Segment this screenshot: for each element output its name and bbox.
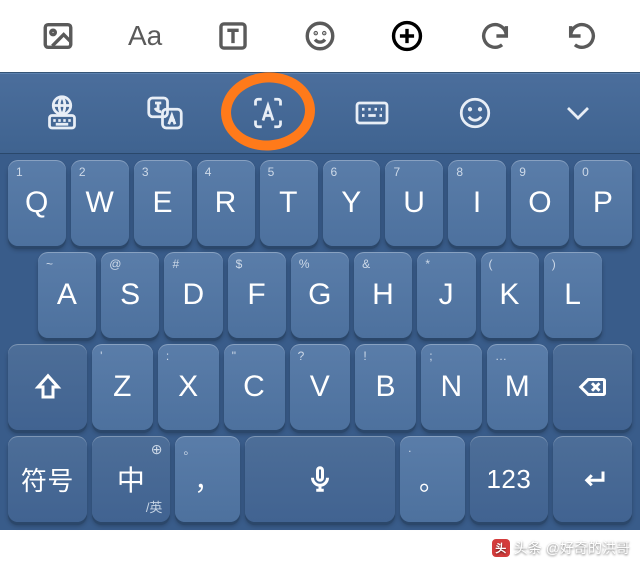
key-n[interactable]: ;N [421,344,482,430]
key-c[interactable]: "C [224,344,285,430]
symbols-key[interactable]: 符号 [8,436,87,522]
key-w[interactable]: 2W [71,160,129,246]
textbox-button[interactable] [205,12,261,60]
add-button[interactable] [379,12,435,60]
globe-keyboard-button[interactable] [22,85,102,141]
soft-keyboard: 1Q 2W 3E 4R 5T 6Y 7U 8I 9O 0P ~A @S #D $… [0,154,640,530]
key-row-4: 符号 ⊕ 中 /英 。， .。 123 [4,436,636,522]
key-t[interactable]: 5T [260,160,318,246]
key-k[interactable]: (K [481,252,539,338]
language-toggle-key[interactable]: ⊕ 中 /英 [92,436,171,522]
key-z[interactable]: 'Z [92,344,153,430]
comma-key[interactable]: 。， [175,436,239,522]
key-u[interactable]: 7U [385,160,443,246]
enter-key[interactable] [553,436,632,522]
key-b[interactable]: !B [355,344,416,430]
key-y[interactable]: 6Y [323,160,381,246]
insert-image-button[interactable] [30,12,86,60]
undo-button[interactable] [467,12,523,60]
key-row-1: 1Q 2W 3E 4R 5T 6Y 7U 8I 9O 0P [4,160,636,246]
key-s[interactable]: @S [101,252,159,338]
key-h[interactable]: &H [354,252,412,338]
key-l[interactable]: )L [544,252,602,338]
toutiao-logo-icon: 头 [492,539,510,557]
numbers-key[interactable]: 123 [470,436,549,522]
emoji-button[interactable] [292,12,348,60]
key-g[interactable]: %G [291,252,349,338]
key-r[interactable]: 4R [197,160,255,246]
key-q[interactable]: 1Q [8,160,66,246]
backspace-key[interactable] [553,344,632,430]
key-f[interactable]: $F [228,252,286,338]
key-a[interactable]: ~A [38,252,96,338]
key-d[interactable]: #D [164,252,222,338]
key-x[interactable]: :X [158,344,219,430]
keyboard-layout-button[interactable] [332,85,412,141]
redo-button[interactable] [554,12,610,60]
translate-button[interactable] [125,85,205,141]
ime-emoji-button[interactable] [435,85,515,141]
font-style-button[interactable]: Aa [117,12,173,60]
key-o[interactable]: 9O [511,160,569,246]
key-p[interactable]: 0P [574,160,632,246]
shift-key[interactable] [8,344,87,430]
key-e[interactable]: 3E [134,160,192,246]
space-voice-key[interactable] [245,436,395,522]
key-i[interactable]: 8I [448,160,506,246]
period-key[interactable]: .。 [400,436,464,522]
key-v[interactable]: ?V [290,344,351,430]
ime-toolbar [0,72,640,154]
collapse-keyboard-button[interactable] [538,85,618,141]
key-m[interactable]: …M [487,344,548,430]
watermark: 头 头条 @好奇的洪哥 [492,538,630,558]
font-label: Aa [128,20,162,52]
ocr-scan-button[interactable] [228,85,308,141]
editor-toolbar: Aa [0,0,640,72]
key-row-2: ~A @S #D $F %G &H *J (K )L [4,252,636,338]
key-row-3: 'Z :X "C ?V !B ;N …M [4,344,636,430]
key-j[interactable]: *J [417,252,475,338]
